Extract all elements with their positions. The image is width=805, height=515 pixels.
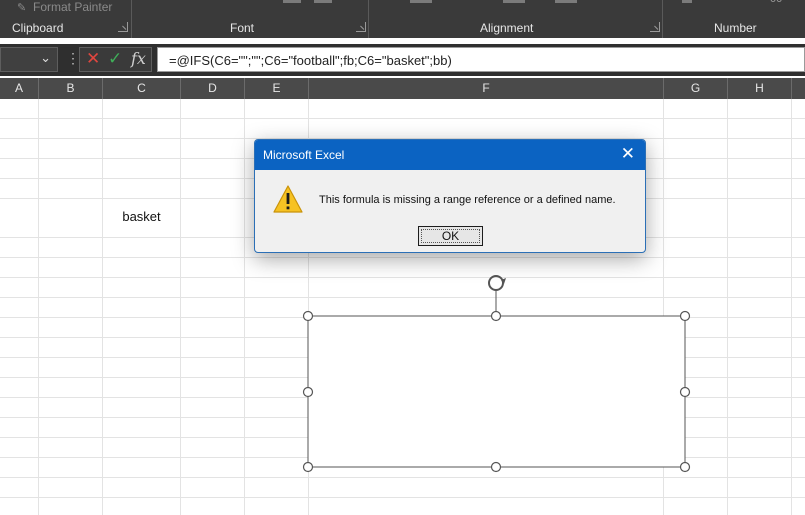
dialog-message: This formula is missing a range referenc… — [319, 194, 616, 206]
formula-input[interactable]: =@IFS(C6="";"";C6="football";fb;C6="bask… — [157, 47, 805, 72]
column-gridline — [180, 99, 181, 515]
column-gridline — [38, 99, 39, 515]
font-launcher-icon[interactable] — [356, 22, 366, 32]
row-gridline — [0, 397, 805, 398]
group-label-alignment: Alignment — [480, 21, 534, 35]
divider — [662, 0, 663, 38]
column-header-a[interactable]: A — [0, 78, 39, 99]
column-header-h[interactable]: H — [728, 78, 792, 99]
enter-checkmark-icon[interactable]: ✓ — [108, 49, 122, 69]
chevron-down-icon[interactable]: ⌄ — [40, 50, 51, 66]
dialog-titlebar[interactable]: Microsoft Excel ✕ — [255, 140, 645, 170]
column-header-d[interactable]: D — [181, 78, 245, 99]
row-gridline — [0, 337, 805, 338]
row-gridline — [0, 297, 805, 298]
cell-c6[interactable]: basket — [103, 209, 180, 224]
row-gridline — [0, 437, 805, 438]
row-gridline — [0, 357, 805, 358]
row-gridline — [0, 497, 805, 498]
close-icon[interactable]: ✕ — [621, 145, 635, 163]
format-painter-button[interactable]: ✎ Format Painter — [17, 0, 112, 14]
decimal-format-fragment[interactable]: 00 — [770, 0, 782, 5]
divider — [131, 0, 132, 38]
column-header-f[interactable]: F — [309, 78, 664, 99]
paintbrush-icon: ✎ — [17, 2, 27, 14]
column-gridline — [663, 99, 664, 515]
error-dialog: Microsoft Excel ✕ This formula is missin… — [254, 139, 646, 253]
font-control-fragment[interactable] — [283, 0, 301, 3]
alignment-control-fragment[interactable] — [503, 0, 525, 3]
number-control-fragment[interactable] — [682, 0, 692, 3]
column-header-c[interactable]: C — [103, 78, 181, 99]
group-label-clipboard: Clipboard — [12, 21, 64, 35]
ribbon: ✎ Format Painter 00 Clipboard Font Alignm… — [0, 0, 805, 38]
column-header-g[interactable]: G — [664, 78, 728, 99]
alignment-launcher-icon[interactable] — [650, 22, 660, 32]
column-gridline — [791, 99, 792, 515]
dialog-title: Microsoft Excel — [263, 148, 345, 162]
row-gridline — [0, 277, 805, 278]
row-gridline — [0, 457, 805, 458]
clipboard-launcher-icon[interactable] — [118, 22, 128, 32]
divider — [368, 0, 369, 38]
row-gridline — [0, 118, 805, 119]
row-gridline — [0, 417, 805, 418]
row-gridline — [0, 257, 805, 258]
group-label-number: Number — [714, 21, 757, 35]
focus-ring — [421, 229, 480, 243]
font-control-fragment[interactable] — [314, 0, 332, 3]
alignment-control-fragment[interactable] — [555, 0, 577, 3]
row-gridline — [0, 477, 805, 478]
column-headers: A B C D E F G H — [0, 78, 805, 99]
name-box[interactable]: ⌄ — [0, 47, 58, 72]
column-header-e[interactable]: E — [245, 78, 309, 99]
insert-function-icon[interactable]: fx — [131, 49, 146, 68]
formula-bar-buttons: ✕ ✓ fx — [79, 47, 152, 72]
row-gridline — [0, 377, 805, 378]
alignment-control-fragment[interactable] — [410, 0, 432, 3]
column-header-b[interactable]: B — [39, 78, 103, 99]
formula-bar-resize-handle[interactable]: ⋮ — [66, 50, 80, 67]
cancel-icon[interactable]: ✕ — [86, 49, 100, 69]
column-gridline — [102, 99, 103, 515]
group-label-font: Font — [230, 21, 255, 35]
format-painter-label: Format Painter — [33, 0, 113, 14]
warning-icon — [273, 185, 303, 213]
column-gridline — [727, 99, 728, 515]
row-gridline — [0, 317, 805, 318]
formula-bar: ⌄ ⋮ ✕ ✓ fx =@IFS(C6="";"";C6="football";… — [0, 44, 805, 76]
ok-button[interactable]: OK — [418, 226, 483, 246]
column-gridline — [244, 99, 245, 515]
